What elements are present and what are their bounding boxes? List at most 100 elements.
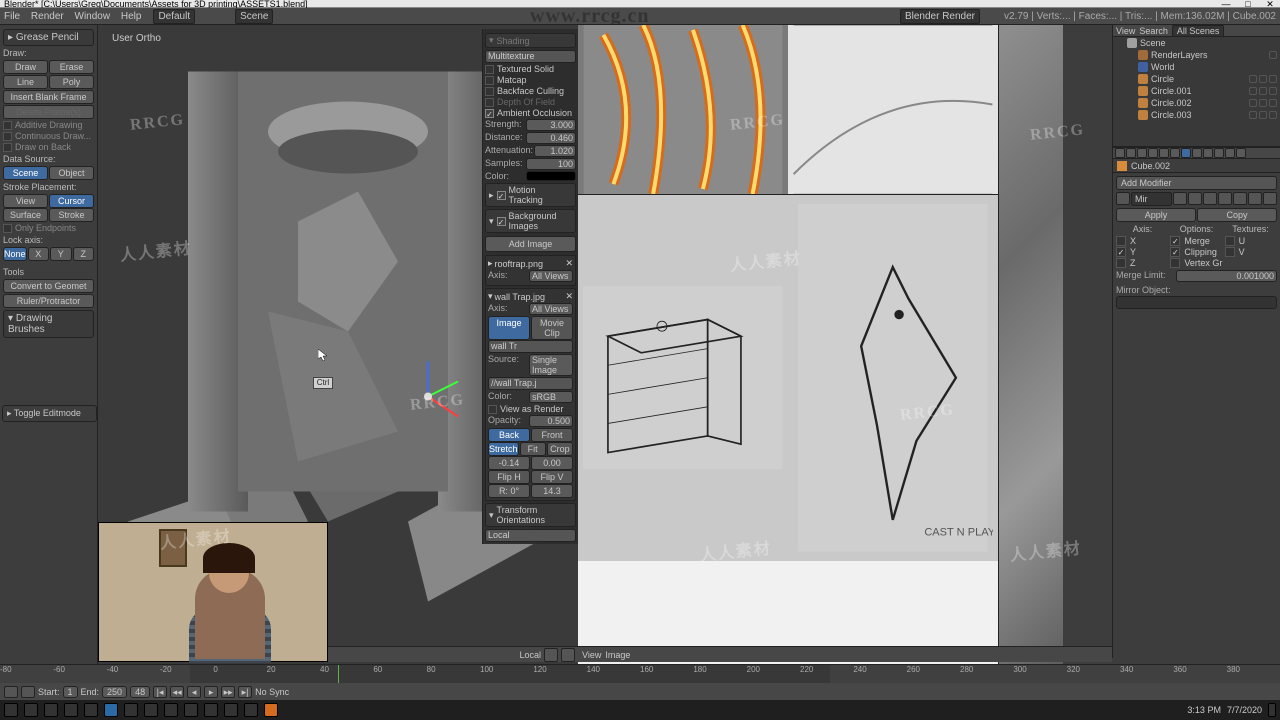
app-icon[interactable] — [224, 703, 238, 717]
ctx-physics-icon[interactable] — [1236, 148, 1246, 158]
ruler-button[interactable]: Ruler/Protractor — [3, 294, 94, 308]
bg2-image-name-input[interactable]: wall Tr — [488, 340, 573, 353]
play-icon[interactable]: ▸ — [204, 686, 218, 698]
tex-u-check[interactable] — [1225, 236, 1235, 246]
axis-x-check[interactable] — [1116, 236, 1126, 246]
layers-icon[interactable] — [544, 648, 558, 662]
outliner-obj-0[interactable]: Circle — [1151, 74, 1174, 84]
bg2-fit-fit[interactable]: Fit — [520, 442, 546, 456]
outliner-search[interactable]: Search — [1139, 26, 1168, 36]
menu-render[interactable]: Render — [31, 11, 64, 22]
orientation-select[interactable]: Local — [519, 650, 541, 660]
tex-v-check[interactable] — [1225, 247, 1235, 257]
gp-insert-blank-frame-button[interactable]: Insert Blank Frame — [3, 90, 94, 104]
gp-draw-button[interactable]: Draw — [3, 60, 48, 74]
axis-z-check[interactable] — [1116, 258, 1126, 268]
bg-image-2-close-icon[interactable]: ✕ — [565, 291, 573, 302]
panel-transform-orient[interactable]: ▾ Transform Orientations — [485, 503, 576, 527]
current-frame-input[interactable]: 48 — [130, 686, 150, 698]
window-close-icon[interactable]: ✕ — [1264, 0, 1276, 7]
outliner-renderlayers[interactable]: RenderLayers — [1151, 50, 1208, 60]
tray-date[interactable]: 7/7/2020 — [1227, 705, 1262, 715]
outliner-scene[interactable]: Scene — [1140, 38, 1166, 48]
modifier-editmode-toggle[interactable] — [1203, 192, 1217, 205]
keyframe-next-icon[interactable]: ▸▸ — [221, 686, 235, 698]
bg2-offset-x[interactable]: -0.14 — [488, 456, 530, 470]
ctx-layers-icon[interactable] — [1126, 148, 1136, 158]
jump-start-icon[interactable]: |◂ — [153, 686, 167, 698]
outliner-filter-dropdown[interactable]: All Scenes — [1172, 25, 1225, 37]
ctx-scene-icon[interactable] — [1137, 148, 1147, 158]
ctx-data-icon[interactable] — [1192, 148, 1202, 158]
ctx-constraints-icon[interactable] — [1170, 148, 1180, 158]
add-modifier-dropdown[interactable]: Add Modifier — [1116, 176, 1277, 190]
ie2-image-menu[interactable]: Image — [605, 650, 630, 660]
modifier-render-toggle[interactable] — [1173, 192, 1187, 205]
lock-z-button[interactable]: Z — [73, 247, 94, 261]
ao-strength-input[interactable]: 3.000 — [526, 119, 576, 131]
ds-object-button[interactable]: Object — [49, 166, 94, 180]
sp-view-button[interactable]: View — [3, 194, 48, 208]
modifier-copy-button[interactable]: Copy — [1197, 208, 1277, 222]
app-icon[interactable] — [124, 703, 138, 717]
gp-continuous-check[interactable]: Continuous Draw... — [3, 131, 94, 141]
ctx-modifiers-icon[interactable] — [1181, 148, 1191, 158]
task-view-icon[interactable] — [44, 703, 58, 717]
modifier-delete-icon[interactable] — [1263, 192, 1277, 205]
bg2-flip-v[interactable]: Flip V — [531, 470, 573, 484]
shading-mode-dropdown[interactable]: Multitexture — [485, 50, 576, 63]
opt-clipping-check[interactable] — [1170, 247, 1180, 257]
play-reverse-icon[interactable]: ◂ — [187, 686, 201, 698]
outliner[interactable]: Scene RenderLayers World Circle Circle.0… — [1113, 37, 1280, 147]
screen-layout-dropdown[interactable]: Default — [153, 9, 195, 24]
axis-y-check[interactable] — [1116, 247, 1126, 257]
bg2-src-image-tab[interactable]: Image — [488, 316, 530, 340]
timeline-ruler[interactable]: -80-60-40-200204060801001201401601802002… — [0, 665, 1280, 683]
panel-motion-tracking[interactable]: ▸ Motion Tracking — [485, 183, 576, 207]
bg2-filepath-input[interactable]: //wall Trap.j — [488, 377, 573, 390]
ao-color-swatch[interactable] — [526, 171, 576, 181]
bg2-source-dropdown[interactable]: Single Image — [529, 354, 573, 376]
menu-file[interactable]: File — [4, 11, 20, 22]
bg2-axis-dropdown[interactable]: All Views — [529, 303, 573, 315]
jump-end-icon[interactable]: ▸| — [238, 686, 252, 698]
gp-delete-frames-button[interactable]: Delete Frame(s) — [3, 105, 94, 119]
ctx-object-icon[interactable] — [1159, 148, 1169, 158]
outliner-obj-3[interactable]: Circle.003 — [1151, 110, 1192, 120]
bg1-axis-dropdown[interactable]: All Views — [529, 270, 573, 282]
bg2-fit-stretch[interactable]: Stretch — [488, 442, 519, 456]
bg2-size[interactable]: 14.3 — [531, 484, 573, 498]
modifier-down-icon[interactable] — [1248, 192, 1262, 205]
modifier-apply-button[interactable]: Apply — [1116, 208, 1196, 222]
gp-additive-check[interactable]: Additive Drawing — [3, 120, 94, 130]
ds-scene-button[interactable]: Scene — [3, 166, 48, 180]
modifier-display-toggle[interactable] — [1188, 192, 1202, 205]
dof-check[interactable]: Depth Of Field — [485, 97, 576, 107]
convert-button[interactable]: Convert to Geomet — [3, 279, 94, 293]
bg2-fit-crop[interactable]: Crop — [547, 442, 573, 456]
bg2-color-dropdown[interactable]: sRGB — [529, 391, 573, 403]
app-icon[interactable] — [244, 703, 258, 717]
modifier-name-input[interactable]: Mir — [1131, 192, 1172, 206]
gp-poly-button[interactable]: Poly — [49, 75, 94, 89]
ctx-particles-icon[interactable] — [1225, 148, 1235, 158]
ao-attenuation-input[interactable]: 1.020 — [534, 145, 576, 157]
add-image-button[interactable]: Add Image — [485, 236, 576, 252]
ctx-texture-icon[interactable] — [1214, 148, 1224, 158]
scene-dropdown[interactable]: Scene — [235, 9, 273, 24]
ao-check[interactable]: Ambient Occlusion — [485, 108, 576, 118]
opt-vgroup-check[interactable] — [1170, 258, 1180, 268]
window-minimize-icon[interactable]: ― — [1220, 0, 1232, 7]
active-object-name[interactable]: Cube.002 — [1131, 161, 1170, 171]
end-input[interactable]: 250 — [102, 686, 127, 698]
gp-draw-on-back-check[interactable]: Draw on Back — [3, 142, 94, 152]
search-icon[interactable] — [24, 703, 38, 717]
bg2-src-movie-tab[interactable]: Movie Clip — [531, 316, 573, 340]
mirror-object-input[interactable] — [1116, 296, 1277, 309]
chrome-icon[interactable] — [184, 703, 198, 717]
window-maximize-icon[interactable]: □ — [1242, 0, 1254, 7]
panel-drawing-brushes[interactable]: ▾ Drawing Brushes — [3, 310, 94, 338]
bg2-depth-back[interactable]: Back — [488, 428, 530, 442]
bg-image-1-close-icon[interactable]: ✕ — [565, 258, 573, 269]
sp-surface-button[interactable]: Surface — [3, 208, 48, 222]
